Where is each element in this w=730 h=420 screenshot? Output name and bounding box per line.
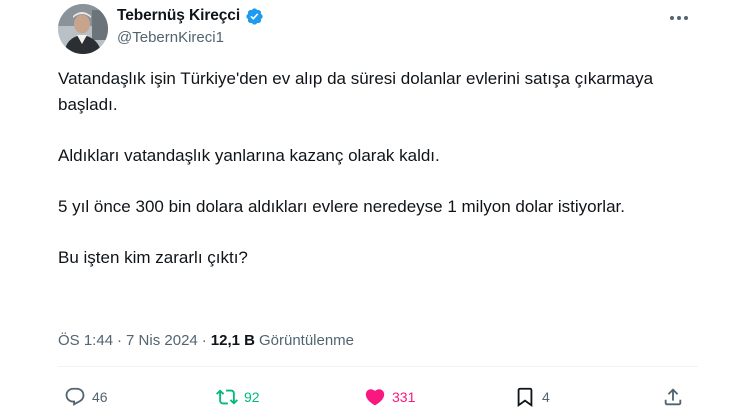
- views-label: Görüntülenme: [258, 331, 355, 349]
- tweet-meta: ÖS 1:44 · 7 Nis 2024 · 12,1 B Görüntülen…: [58, 330, 354, 350]
- repost-count: 92: [244, 389, 260, 405]
- reply-count: 46: [92, 389, 108, 405]
- tweet-time[interactable]: ÖS 1:44: [58, 332, 113, 349]
- tweet-paragraph: Vatandaşlık işin Türkiye'den ev alıp da …: [58, 69, 654, 114]
- like-count: 331: [392, 389, 416, 405]
- reply-icon: [64, 386, 86, 408]
- action-bar: 46 92 331 4: [58, 384, 698, 410]
- tweet-paragraph: 5 yıl önce 300 bin dolara aldıkları evle…: [58, 197, 625, 216]
- avatar[interactable]: [58, 4, 108, 54]
- bookmark-count: 4: [542, 389, 550, 405]
- divider: [58, 366, 698, 367]
- verified-badge-icon[interactable]: [245, 7, 264, 26]
- share-button[interactable]: [662, 384, 684, 410]
- tweet-text: Vatandaşlık işin Türkiye'den ev alıp da …: [58, 66, 658, 296]
- author-display-name[interactable]: Tebernüş Kireçci: [117, 7, 240, 25]
- author-handle[interactable]: @TebernKireci1: [117, 29, 224, 46]
- reply-button[interactable]: 46: [64, 384, 108, 410]
- meta-separator: ·: [117, 331, 123, 349]
- like-button[interactable]: 331: [364, 384, 415, 410]
- tweet-paragraph: Bu işten kim zararlı çıktı?: [58, 248, 248, 267]
- author-name-row: Tebernüş Kireçci: [117, 5, 264, 27]
- tweet-paragraph: Aldıkları vatandaşlık yanlarına kazanç o…: [58, 146, 440, 165]
- bookmark-icon: [514, 386, 536, 408]
- share-icon: [662, 386, 684, 408]
- bookmark-button[interactable]: 4: [514, 384, 550, 410]
- tweet-date[interactable]: 7 Nis 2024: [126, 332, 198, 349]
- views-count: 12,1 B: [210, 331, 255, 349]
- more-icon[interactable]: [662, 4, 696, 32]
- repost-icon: [216, 386, 238, 408]
- meta-separator: ·: [201, 331, 207, 349]
- repost-button[interactable]: 92: [216, 384, 260, 410]
- like-icon: [364, 386, 386, 408]
